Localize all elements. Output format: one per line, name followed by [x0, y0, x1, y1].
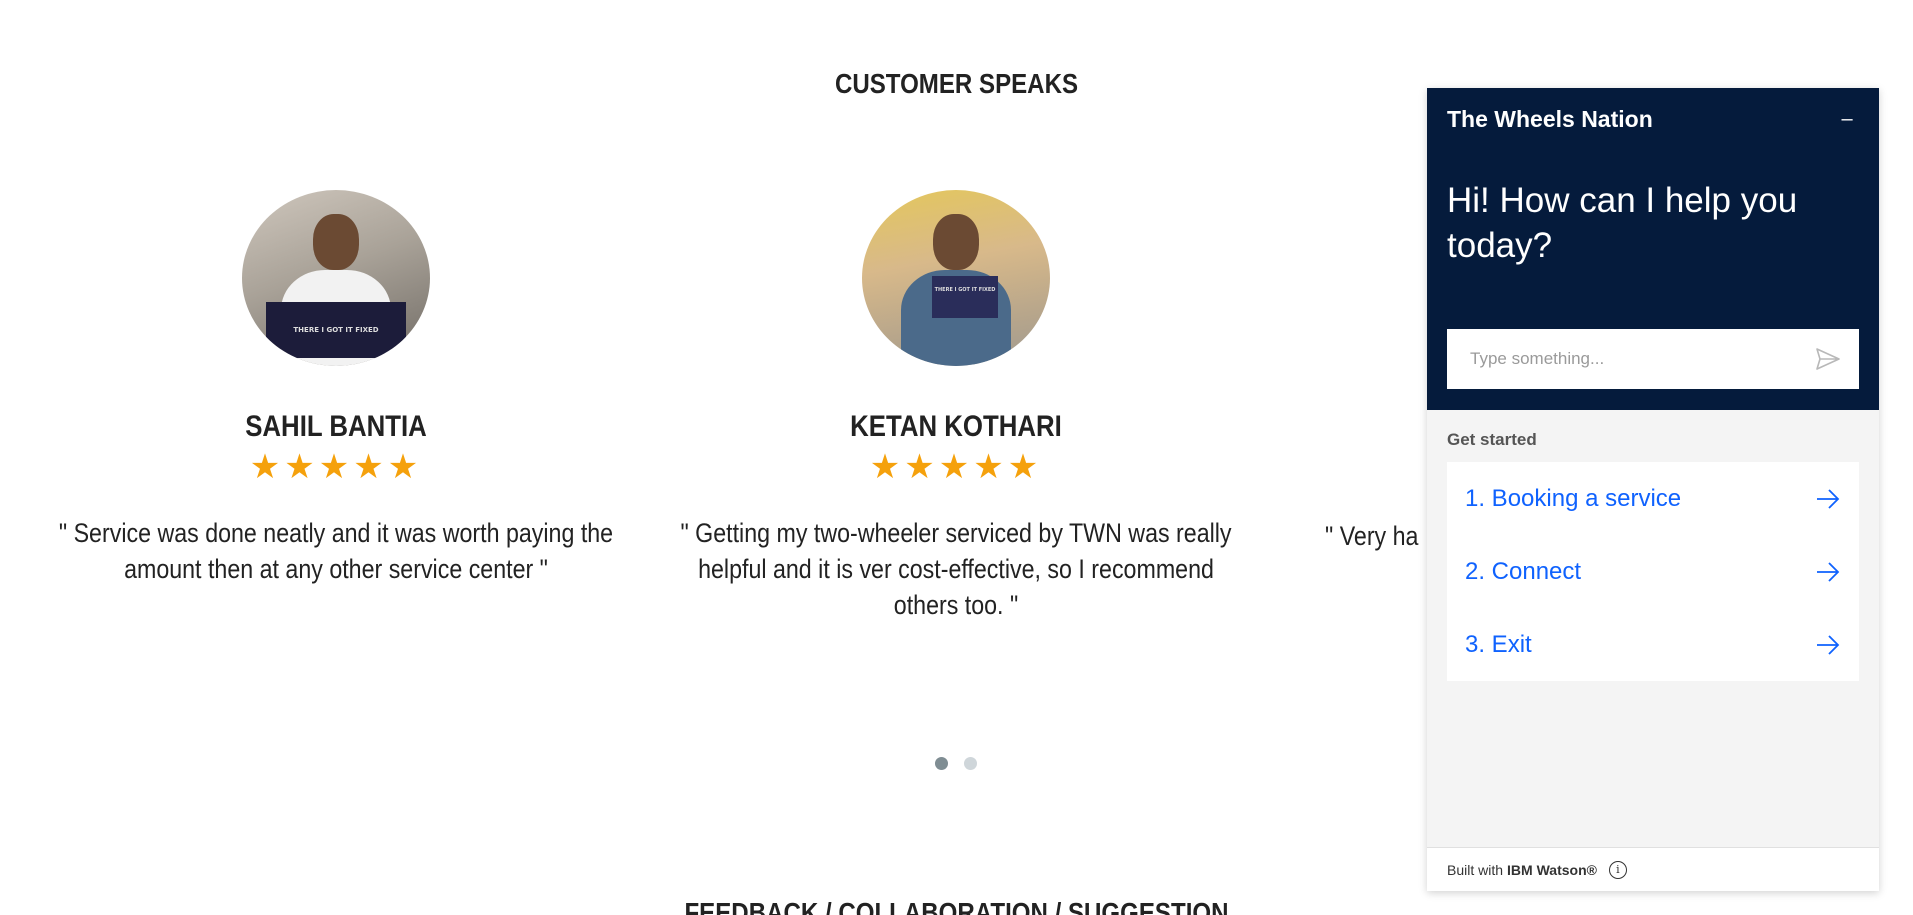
carousel-dot-2[interactable]: [964, 757, 977, 770]
info-icon[interactable]: i: [1608, 860, 1627, 879]
customer-quote: " Service was done neatly and it was wor…: [58, 518, 614, 584]
footer-brand: IBM Watson®: [1507, 861, 1597, 878]
option-exit[interactable]: 3. Exit: [1447, 608, 1859, 681]
customer-name: KETAN KOTHARI: [850, 410, 1062, 443]
customer-quote: " Getting my two-wheeler serviced by TWN…: [680, 518, 1232, 620]
minimize-button[interactable]: –: [1835, 108, 1859, 132]
star-rating: ★★★★★: [869, 448, 1043, 486]
chat-input[interactable]: [1447, 329, 1807, 389]
option-connect[interactable]: 2. Connect: [1447, 535, 1859, 608]
arrow-right-icon: [1817, 634, 1840, 655]
carousel-dots: [935, 757, 977, 770]
chat-widget: The Wheels Nation – Hi! How can I help y…: [1427, 88, 1879, 891]
testimonial-card: THERE I GOT IT FIXED SAHIL BANTIA ★★★★★ …: [56, 190, 616, 587]
footer-prefix: Built with: [1447, 861, 1504, 878]
carousel-dot-1[interactable]: [935, 757, 948, 770]
option-label: 3. Exit: [1465, 630, 1532, 658]
option-label: 2. Connect: [1465, 557, 1582, 585]
avatar: THERE I GOT IT FIXED: [862, 190, 1050, 366]
feedback-section-title: FEEDBACK / COLLABORATION / SUGGESTION: [684, 897, 1229, 915]
chat-header: The Wheels Nation – Hi! How can I help y…: [1427, 88, 1879, 410]
person-head: [313, 214, 359, 270]
get-started-label: Get started: [1447, 430, 1537, 449]
chat-title: The Wheels Nation: [1447, 106, 1653, 132]
option-booking-a-service[interactable]: 1. Booking a service: [1447, 462, 1859, 535]
chat-footer: Built with IBM Watson® i: [1427, 847, 1879, 891]
send-icon[interactable]: [1815, 347, 1841, 371]
person-head: [933, 214, 979, 270]
arrow-right-icon: [1817, 561, 1840, 582]
chat-input-box: [1447, 329, 1859, 389]
testimonial-card: THERE I GOT IT FIXED KETAN KOTHARI ★★★★★…: [676, 190, 1236, 623]
arrow-right-icon: [1817, 488, 1840, 509]
chat-greeting: Hi! How can I help you today?: [1447, 181, 1798, 265]
star-rating: ★★★★★: [249, 448, 423, 486]
sign-text: THERE I GOT IT FIXED: [932, 276, 998, 318]
sign-text: THERE I GOT IT FIXED: [266, 302, 406, 358]
customer-name: SAHIL BANTIA: [245, 410, 427, 443]
option-label: 1. Booking a service: [1465, 484, 1682, 512]
chat-options-list: 1. Booking a service 2. Connect 3. Exit: [1447, 462, 1859, 681]
avatar: THERE I GOT IT FIXED: [242, 190, 430, 366]
